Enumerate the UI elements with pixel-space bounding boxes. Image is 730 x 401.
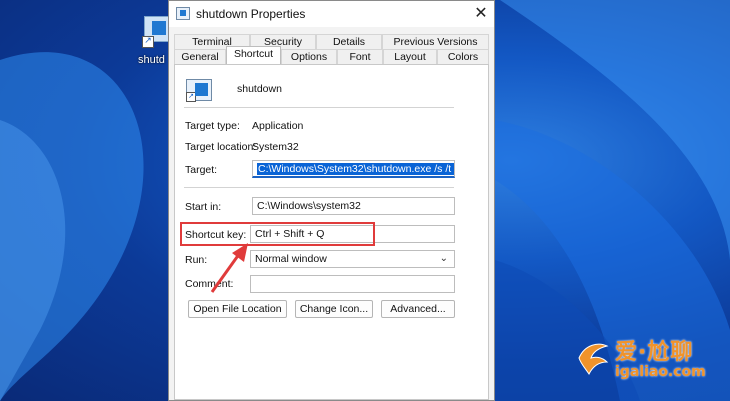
shortcut-app-icon: ↗ bbox=[186, 79, 212, 102]
run-select[interactable]: Normal window ⌄ bbox=[250, 250, 455, 268]
title-bar[interactable]: shutdown Properties ✕ bbox=[169, 1, 494, 27]
watermark-brand: 爱·尬聊 bbox=[615, 340, 694, 365]
tab-previous-versions[interactable]: Previous Versions bbox=[382, 34, 489, 49]
target-value: C:\Windows\System32\shutdown.exe /s /t 0 bbox=[257, 163, 454, 175]
tab-shortcut[interactable]: Shortcut bbox=[226, 46, 281, 64]
window-title: shutdown Properties bbox=[196, 7, 306, 21]
close-button[interactable]: ✕ bbox=[469, 3, 493, 25]
open-file-location-button[interactable]: Open File Location bbox=[188, 300, 287, 318]
tab-options[interactable]: Options bbox=[281, 49, 337, 64]
target-type-label: Target type: bbox=[185, 120, 240, 132]
tab-layout[interactable]: Layout bbox=[383, 49, 437, 64]
comment-label: Comment: bbox=[185, 278, 234, 290]
comment-input[interactable] bbox=[250, 275, 455, 293]
shortcut-arrow-icon: ↗ bbox=[186, 92, 196, 102]
change-icon-button[interactable]: Change Icon... bbox=[295, 300, 373, 318]
start-in-label: Start in: bbox=[185, 201, 222, 213]
watermark: 爱·尬聊 igaliao.com bbox=[575, 330, 725, 390]
target-location-label: Target location: bbox=[185, 141, 257, 153]
annotation-highlight-box bbox=[180, 222, 375, 246]
window-icon bbox=[176, 7, 190, 20]
watermark-url: igaliao.com bbox=[615, 364, 706, 380]
tab-general[interactable]: General bbox=[174, 49, 226, 64]
run-selected-value: Normal window bbox=[255, 253, 327, 265]
tab-details[interactable]: Details bbox=[316, 34, 382, 49]
divider bbox=[184, 107, 454, 108]
target-input[interactable]: C:\Windows\System32\shutdown.exe /s /t 0 bbox=[252, 160, 455, 178]
tab-font[interactable]: Font bbox=[337, 49, 383, 64]
target-type-value: Application bbox=[252, 120, 304, 132]
app-name: shutdown bbox=[237, 83, 282, 95]
properties-dialog: shutdown Properties ✕ Terminal Security … bbox=[168, 0, 495, 401]
target-label: Target: bbox=[185, 164, 218, 176]
divider bbox=[184, 187, 454, 188]
target-location-value: System32 bbox=[252, 141, 299, 153]
watermark-bird-logo-icon bbox=[578, 343, 609, 375]
shortcut-arrow-icon: ↗ bbox=[142, 36, 154, 48]
run-label: Run: bbox=[185, 254, 208, 266]
start-in-input[interactable]: C:\Windows\system32 bbox=[252, 197, 455, 215]
desktop-icon-label: shutd bbox=[138, 54, 165, 66]
advanced-button[interactable]: Advanced... bbox=[381, 300, 455, 318]
tab-colors[interactable]: Colors bbox=[437, 49, 489, 64]
chevron-down-icon: ⌄ bbox=[439, 253, 448, 264]
